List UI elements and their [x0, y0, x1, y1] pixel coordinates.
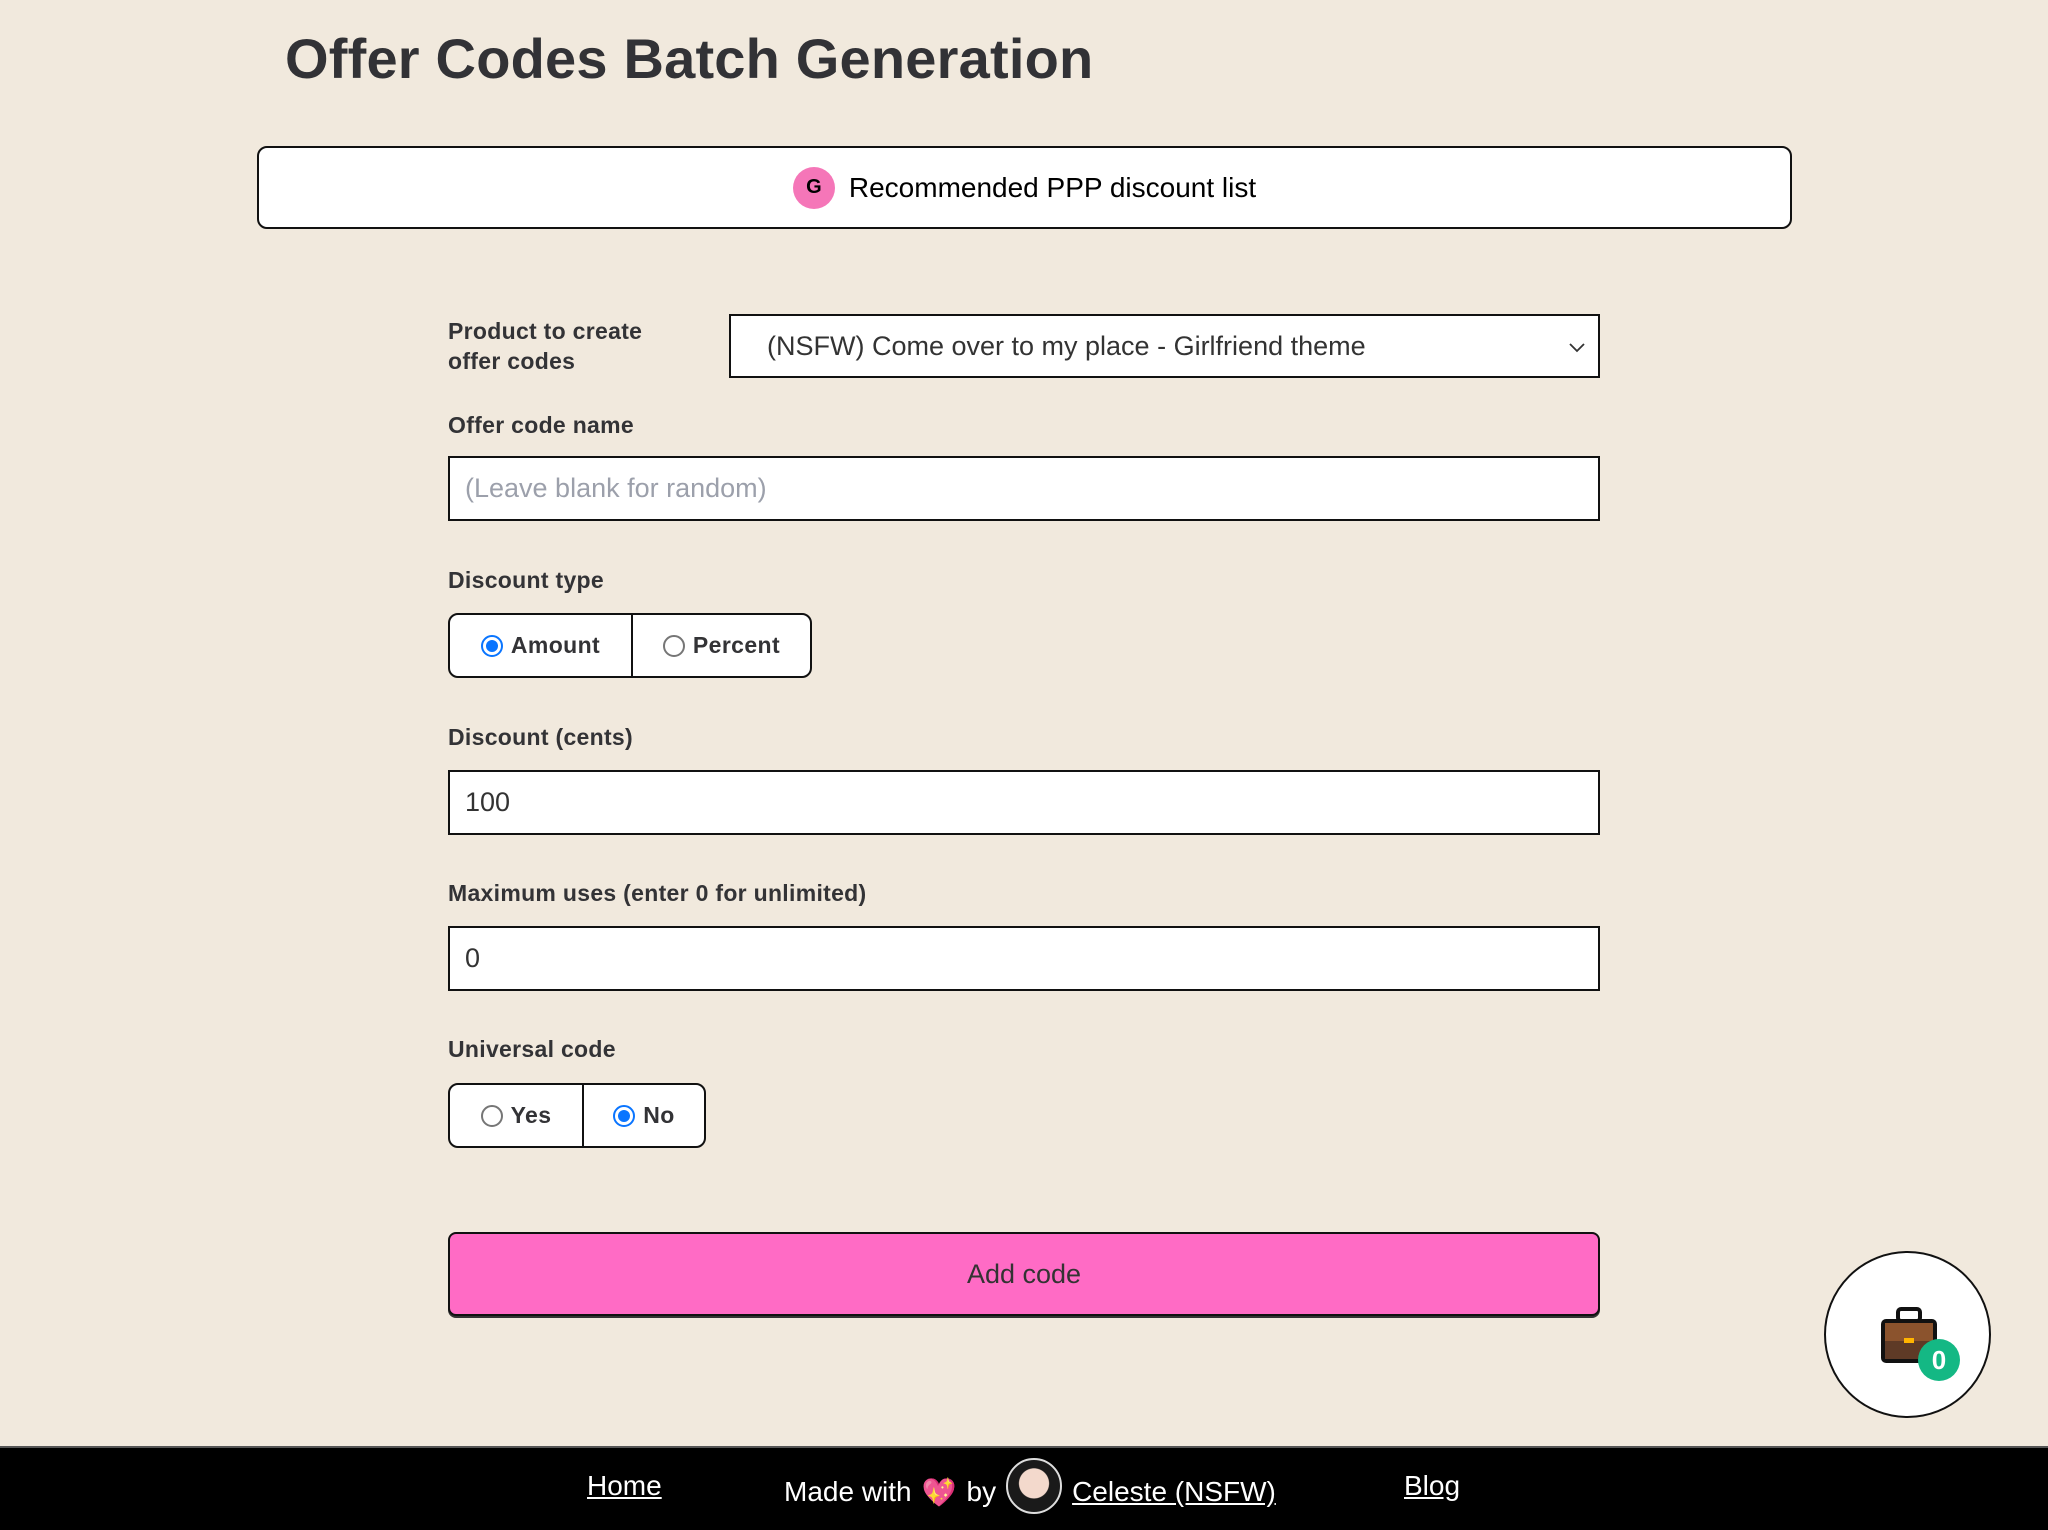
radio-unselected-icon[interactable] — [662, 634, 685, 657]
footer-author-link[interactable]: Celeste (NSFW) — [1072, 1476, 1276, 1508]
discount-type-radio-group: Amount Percent — [448, 613, 812, 678]
cart-button[interactable]: 0 — [1824, 1251, 1991, 1418]
product-selected-value: (NSFW) Come over to my place - Girlfrien… — [767, 330, 1366, 361]
percent-label: Percent — [692, 632, 781, 658]
discount-cents-input[interactable] — [448, 770, 1600, 835]
g-badge-icon: G — [792, 166, 835, 209]
cart-count-badge: 0 — [1918, 1339, 1960, 1381]
author-avatar — [1006, 1458, 1063, 1514]
product-label: Product to create offer codes — [448, 318, 643, 374]
discount-type-percent-option[interactable]: Percent — [630, 615, 810, 676]
discount-type-label: Discount type — [448, 567, 604, 593]
radio-selected-icon[interactable] — [480, 634, 503, 657]
yes-label: Yes — [510, 1102, 552, 1128]
footer-home-link[interactable]: Home — [587, 1470, 662, 1502]
amount-label: Amount — [510, 632, 601, 658]
no-label: No — [643, 1102, 675, 1128]
footer-credit: Made with 💖 by Celeste (NSFW) — [784, 1458, 1276, 1514]
offer-code-name-input[interactable] — [448, 456, 1600, 521]
made-with-text: Made with — [784, 1476, 912, 1507]
footer-blog-link[interactable]: Blog — [1404, 1470, 1460, 1502]
ppp-discount-list-button[interactable]: G Recommended PPP discount list — [257, 146, 1792, 229]
page-title: Offer Codes Batch Generation — [285, 27, 1094, 90]
universal-code-yes-option[interactable]: Yes — [450, 1085, 582, 1146]
sparkling-heart-icon: 💖 — [921, 1476, 957, 1508]
add-code-button[interactable]: Add code — [448, 1232, 1600, 1316]
universal-code-label: Universal code — [448, 1036, 616, 1062]
product-select[interactable]: (NSFW) Come over to my place - Girlfrien… — [729, 314, 1600, 378]
universal-code-radio-group: Yes No — [448, 1083, 706, 1148]
universal-code-no-option[interactable]: No — [582, 1085, 704, 1146]
offer-code-name-label: Offer code name — [448, 412, 634, 438]
radio-unselected-icon[interactable] — [480, 1104, 503, 1127]
max-uses-input[interactable] — [448, 926, 1600, 991]
by-text: by — [966, 1476, 997, 1507]
footer: Home Made with 💖 by Celeste (NSFW) Blog — [0, 1446, 2048, 1530]
max-uses-label: Maximum uses (enter 0 for unlimited) — [448, 880, 867, 906]
ppp-discount-list-label: Recommended PPP discount list — [848, 171, 1257, 203]
radio-selected-icon[interactable] — [613, 1104, 636, 1127]
discount-cents-label: Discount (cents) — [448, 724, 633, 750]
chevron-down-icon — [1569, 343, 1585, 353]
discount-type-amount-option[interactable]: Amount — [450, 615, 631, 676]
